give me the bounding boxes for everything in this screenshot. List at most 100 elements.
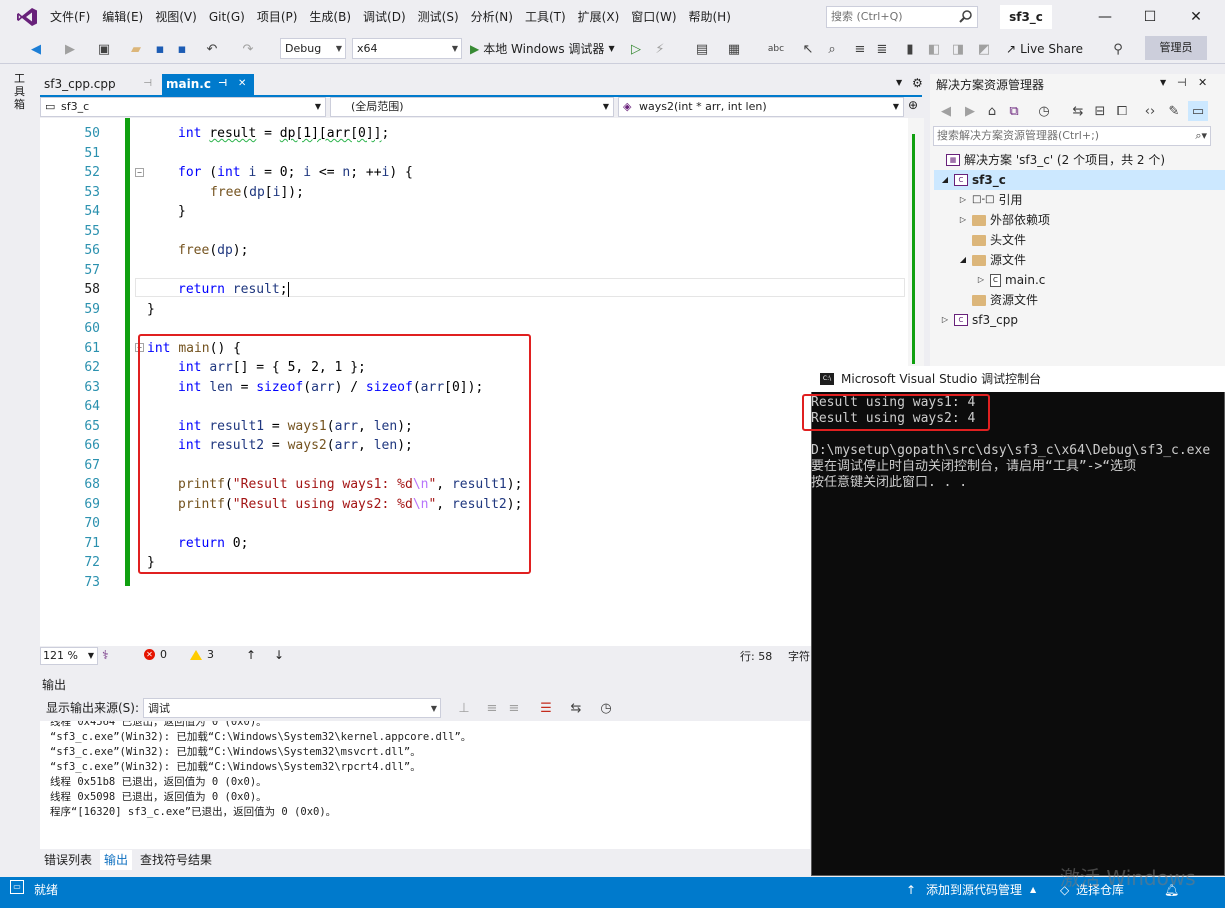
menu-edit[interactable]: 编辑(E)	[96, 0, 149, 34]
find-message-icon[interactable]: ⊥	[454, 698, 474, 718]
zoom-select[interactable]: 121 % ▼	[40, 647, 98, 665]
tab-main-c[interactable]: main.c ⊣ ✕	[162, 74, 254, 96]
tree-main-c[interactable]: ▷ C main.c	[976, 270, 1045, 290]
open-file-icon[interactable]: ▰	[126, 39, 146, 59]
global-search-input[interactable]: 搜索 (Ctrl+Q)	[826, 6, 978, 28]
tab-output[interactable]: 输出	[100, 850, 133, 870]
error-count[interactable]: ✕ 0	[144, 648, 167, 661]
toolbox-tab[interactable]: 工具箱	[14, 72, 28, 111]
pin-icon[interactable]: ⊣	[218, 74, 227, 94]
home-icon[interactable]: ⌂	[982, 101, 1002, 121]
clear-all-icon[interactable]: ☰	[536, 698, 556, 718]
forward-icon[interactable]: ▶	[960, 101, 980, 121]
visual-studio-logo-icon[interactable]	[16, 7, 38, 27]
preview-icon[interactable]: ▭	[1188, 101, 1208, 121]
menu-tools[interactable]: 工具(T)	[519, 0, 572, 34]
close-icon[interactable]: ✕	[1198, 76, 1207, 89]
next-issue-icon[interactable]: ↓	[274, 648, 284, 662]
tab-error-list[interactable]: 错误列表	[40, 850, 96, 870]
output-text-area[interactable]: 线程 0x4564 已退出，返回值为 0 (0x0)。 “sf3_c.exe”(…	[40, 721, 810, 849]
platform-select[interactable]: x64 ▼	[352, 38, 462, 59]
tree-external-deps[interactable]: ▷ 外部依赖项	[958, 210, 1050, 230]
project-nav-select[interactable]: ▭ sf3_c ▼	[40, 97, 326, 117]
menu-help[interactable]: 帮助(H)	[683, 0, 737, 34]
scope-nav-select[interactable]: (全局范围) ▼	[330, 97, 614, 117]
menu-view[interactable]: 视图(V)	[149, 0, 203, 34]
sync-icon[interactable]: ⇆	[1068, 101, 1088, 121]
tab-find-symbol-results[interactable]: 查找符号结果	[136, 850, 216, 870]
chevron-down-icon[interactable]: ▼	[1160, 78, 1166, 87]
prev-message-icon[interactable]: ≡	[482, 698, 502, 718]
word-wrap-icon[interactable]: ⇆	[566, 698, 586, 718]
tree-project-sf3-cpp[interactable]: ▷ C sf3_cpp	[940, 310, 1018, 330]
start-without-debugging-icon[interactable]: ▷	[626, 39, 646, 59]
find-icon[interactable]: ⌕	[822, 39, 842, 59]
wrench-icon[interactable]: ✎	[1164, 101, 1184, 121]
menu-extensions[interactable]: 扩展(X)	[572, 0, 626, 34]
previous-issue-icon[interactable]: ↑	[246, 648, 256, 662]
menu-project[interactable]: 项目(P)	[251, 0, 304, 34]
feedback-icon[interactable]: ⚲	[1108, 39, 1128, 59]
menu-window[interactable]: 窗口(W)	[625, 0, 682, 34]
add-source-control-button[interactable]: 添加到源代码管理	[926, 877, 1022, 903]
live-share-button[interactable]: ↗ Live Share	[1006, 38, 1083, 60]
spell-check-icon[interactable]: abc	[766, 39, 786, 59]
maximize-button[interactable]: ☐	[1135, 6, 1165, 28]
menu-test[interactable]: 测试(S)	[412, 0, 465, 34]
output-source-select[interactable]: 调试 ▼	[143, 698, 441, 718]
clear-bookmarks-icon[interactable]: ◩	[974, 39, 994, 59]
split-editor-icon[interactable]: ⊕	[908, 98, 918, 112]
tab-sf3-cpp[interactable]: sf3_cpp.cpp ⊣	[40, 74, 158, 96]
warning-count[interactable]: 3	[190, 648, 214, 661]
configuration-select[interactable]: Debug ▼	[280, 38, 346, 59]
pin-icon[interactable]: ⊣	[143, 74, 152, 94]
navigate-back-icon[interactable]: ◀	[26, 39, 46, 59]
close-icon[interactable]: ✕	[238, 74, 246, 94]
next-message-icon[interactable]: ≡	[504, 698, 524, 718]
collapse-all-icon[interactable]: ⊟	[1090, 101, 1110, 121]
tree-header-files[interactable]: 头文件	[972, 230, 1026, 250]
comment-icon[interactable]: ≡	[850, 39, 870, 59]
menu-build[interactable]: 生成(B)	[303, 0, 357, 34]
new-project-icon[interactable]: ▣	[94, 39, 114, 59]
solution-search-input[interactable]: 搜索解决方案资源管理器(Ctrl+;) ⌕▾	[933, 126, 1211, 146]
save-all-icon[interactable]: ▪	[172, 39, 192, 59]
function-nav-select[interactable]: ◈ ways2(int * arr, int len) ▼	[618, 97, 904, 117]
output-status-icon[interactable]: ▭	[10, 880, 24, 894]
tree-references[interactable]: ▷ □-□ 引用	[958, 190, 1023, 210]
tree-project-sf3-c[interactable]: ◢ C sf3_c	[934, 170, 1225, 190]
code-cleanup-icon[interactable]: ⚕	[102, 648, 109, 662]
menu-analyze[interactable]: 分析(N)	[465, 0, 519, 34]
next-bookmark-icon[interactable]: ◨	[948, 39, 968, 59]
solution-explorer-toolbar-icon[interactable]: ▤	[692, 39, 712, 59]
prev-bookmark-icon[interactable]: ◧	[924, 39, 944, 59]
show-all-files-icon[interactable]: ⧠	[1112, 101, 1132, 121]
minimize-button[interactable]: —	[1090, 6, 1120, 28]
history-icon[interactable]: ◷	[1034, 101, 1054, 121]
bookmark-icon[interactable]: ▮	[900, 39, 920, 59]
fold-toggle-for[interactable]: −	[135, 168, 144, 177]
tree-solution[interactable]: ▦ 解决方案 'sf3_c' (2 个项目，共 2 个)	[946, 150, 1165, 170]
undo-icon[interactable]: ↶	[202, 39, 222, 59]
clock-icon[interactable]: ◷	[596, 698, 616, 718]
layout-icon[interactable]: ▦	[724, 39, 744, 59]
cursor-icon[interactable]: ↖	[798, 39, 818, 59]
tab-overflow-icon[interactable]: ▼	[896, 78, 902, 87]
gear-icon[interactable]: ⚙	[912, 76, 923, 90]
save-icon[interactable]: ▪	[150, 39, 170, 59]
tree-resource-files[interactable]: 资源文件	[972, 290, 1038, 310]
close-button[interactable]: ✕	[1181, 6, 1211, 28]
redo-icon[interactable]: ↷	[238, 39, 258, 59]
switch-views-icon[interactable]: ⧉	[1004, 101, 1024, 121]
navigate-forward-icon[interactable]: ▶	[60, 39, 80, 59]
hot-reload-icon[interactable]: ⚡	[650, 39, 670, 59]
uncomment-icon[interactable]: ≣	[872, 39, 892, 59]
menu-git[interactable]: Git(G)	[203, 0, 251, 34]
menu-debug[interactable]: 调试(D)	[357, 0, 412, 34]
code-icon[interactable]: ‹›	[1140, 101, 1160, 121]
pin-icon[interactable]: ⊣	[1177, 76, 1187, 89]
menu-file[interactable]: 文件(F)	[44, 0, 96, 34]
start-debugging-button[interactable]: ▶ 本地 Windows 调试器 ▼	[470, 38, 615, 60]
back-icon[interactable]: ◀	[936, 101, 956, 121]
tree-source-files[interactable]: ◢ 源文件	[958, 250, 1026, 270]
